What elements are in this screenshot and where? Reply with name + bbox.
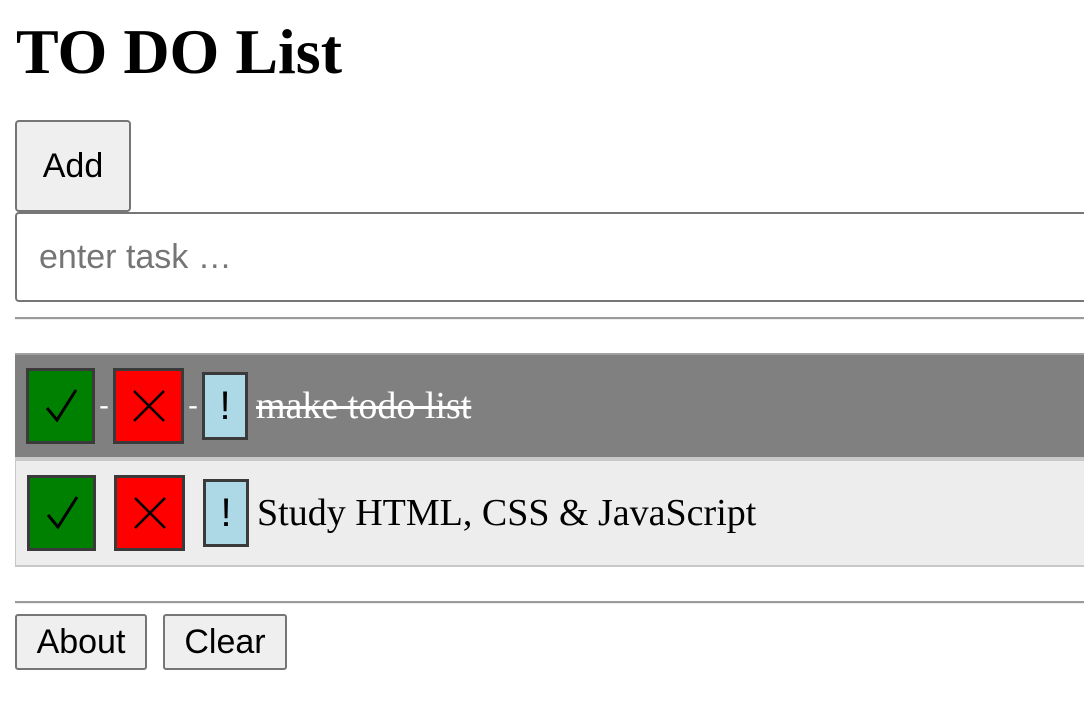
task-separator: - [188, 389, 198, 422]
delete-task-button[interactable] [113, 368, 184, 444]
cross-icon [133, 497, 166, 529]
check-icon [46, 496, 78, 530]
task-list: - - ! make todo list ! Study HTML, CSS &… [15, 353, 1084, 567]
add-button[interactable]: Add [15, 120, 131, 212]
task-text[interactable]: make todo list [256, 384, 471, 428]
check-icon [45, 389, 77, 423]
complete-task-button[interactable] [26, 368, 95, 444]
priority-button[interactable]: ! [203, 479, 249, 547]
delete-task-button[interactable] [114, 475, 185, 551]
page-title: TO DO List [16, 16, 342, 87]
clear-button[interactable]: Clear [163, 614, 287, 670]
priority-button[interactable]: ! [202, 372, 248, 440]
task-item-open: ! Study HTML, CSS & JavaScript [15, 461, 1084, 567]
task-text[interactable]: Study HTML, CSS & JavaScript [257, 491, 756, 535]
about-button[interactable]: About [15, 614, 147, 670]
cross-icon [132, 390, 165, 422]
bottom-divider [15, 601, 1084, 604]
task-item-completed: - - ! make todo list [15, 355, 1084, 461]
task-input[interactable] [15, 212, 1084, 302]
top-divider [15, 317, 1084, 320]
todo-page: TO DO List Add - - ! make todo list [0, 0, 1084, 724]
task-separator: - [99, 389, 109, 422]
complete-task-button[interactable] [27, 475, 96, 551]
